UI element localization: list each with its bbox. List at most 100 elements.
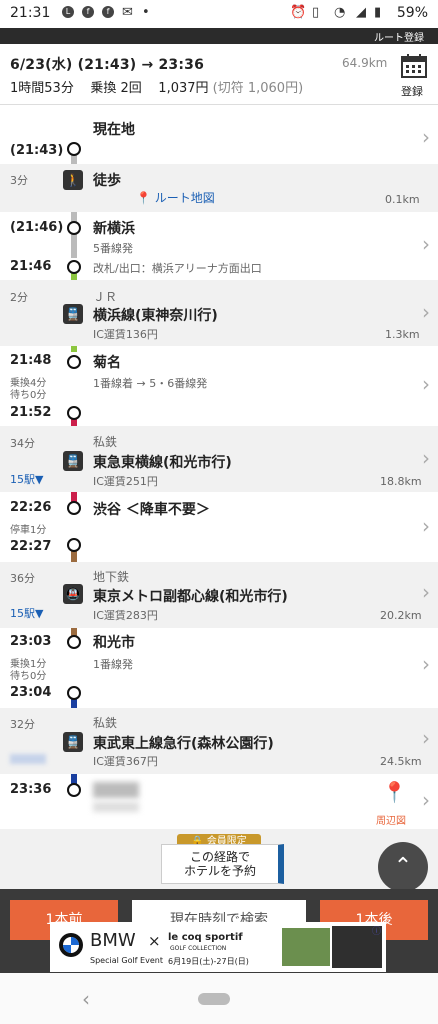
station-name: 新横浜 — [93, 221, 135, 237]
arrival-time: 23:36 — [10, 782, 52, 797]
station-dot — [67, 142, 81, 156]
chevron-right-icon: › — [422, 446, 430, 470]
walk-duration: 3分 — [10, 174, 28, 187]
station-dot — [67, 501, 81, 515]
station-row-shibuya[interactable]: 22:26 渋谷 ＜降車不要＞ 停車1分 22:27 › — [0, 492, 438, 562]
clock: 21:31 — [10, 5, 51, 21]
subway-icon: 🚇 — [63, 584, 83, 604]
start-name: 現在地 — [93, 122, 135, 138]
walk-mode: 徒歩 — [93, 173, 121, 189]
station-name: 菊名 — [93, 355, 121, 371]
station-dot — [67, 783, 81, 797]
route-register-link[interactable]: ルート登録 — [374, 29, 424, 44]
start-point-row[interactable]: 現在地 (21:43) › — [0, 108, 438, 164]
arrival-time: 23:03 — [10, 634, 52, 649]
save-route-label[interactable]: 登録 — [401, 83, 423, 99]
ad-golf-image — [282, 928, 330, 966]
hotel-line1: この経路で — [189, 850, 250, 864]
chevron-right-icon: › — [422, 300, 430, 324]
departure-time: 21:52 — [10, 405, 52, 420]
station-name: 渋谷 ＜降車不要＞ — [93, 502, 210, 518]
chevron-right-icon: › — [422, 652, 430, 676]
segment-line: 東武東上線急行(森林公園行) — [93, 736, 274, 752]
blurred-destination-sub — [93, 802, 139, 812]
status-bar: 21:31 L f f ✉ • ⏰ ▯ ◔ ◢ ▮ 59% — [0, 0, 438, 28]
hotel-line2: ホテルを予約 — [183, 864, 256, 878]
arrival-time: (21:46) — [10, 220, 64, 235]
stop-time: 停車1分 — [10, 525, 47, 536]
scroll-top-button[interactable]: ⌃ — [378, 842, 428, 892]
ad-info-icon[interactable]: ⓘ — [372, 924, 381, 937]
hotel-booking-button[interactable]: この経路で ホテルを予約 — [161, 844, 284, 884]
station-dot — [67, 406, 81, 420]
segment-row-tokyu[interactable]: 34分 私鉄 🚆 東急東横線(和光市行) 15駅▼ IC運賃251円 18.8k… — [0, 426, 438, 492]
chevron-right-icon: › — [422, 788, 430, 812]
segment-company: 私鉄 — [93, 435, 118, 449]
arrival-time: 21:48 — [10, 353, 52, 368]
walk-segment-row: 3分 🚶 徒歩 📍 ルート地図 0.1km — [0, 164, 438, 212]
segment-duration: 36分 — [10, 572, 35, 585]
map-pin-icon[interactable]: 📍 — [382, 780, 407, 804]
chevron-right-icon: › — [422, 232, 430, 256]
departure-time: 22:27 — [10, 539, 52, 554]
station-dot — [67, 260, 81, 274]
station-row-wakoshi[interactable]: 23:03 和光市 乗換1分 待ち0分 1番線発 23:04 › — [0, 628, 438, 708]
segment-distance: 1.3km — [385, 328, 420, 341]
station-dot — [67, 538, 81, 552]
wifi-icon: ◔ — [334, 5, 346, 20]
system-nav-bar: ‹ — [0, 973, 438, 1024]
segment-company: ＪＲ — [93, 290, 118, 304]
wait-time: 待ち0分 — [10, 671, 47, 682]
platform-info: 5番線発 — [93, 242, 133, 255]
route-map-label: ルート地図 — [154, 191, 215, 205]
station-row-kikuna[interactable]: 21:48 菊名 乗換4分 待ち0分 1番線着 → 5・6番線発 21:52 › — [0, 346, 438, 426]
ad-cross: × — [148, 932, 161, 950]
segment-company: 地下鉄 — [93, 570, 130, 584]
segment-line: 東急東横線(和光市行) — [93, 455, 232, 471]
register-bar: ルート登録 — [0, 28, 438, 44]
segment-distance: 18.8km — [380, 475, 422, 488]
segment-row-jr[interactable]: 2分 ＪＲ 🚆 横浜線(東神奈川行) IC運賃136円 1.3km › — [0, 280, 438, 346]
ad-subtitle: Special Golf Event — [90, 956, 163, 965]
segment-fare: IC運賃283円 — [93, 609, 158, 622]
ad-brand: BMW — [90, 930, 136, 951]
facebook-icon: f — [82, 6, 94, 18]
station-name: 和光市 — [93, 635, 135, 651]
segment-duration: 32分 — [10, 718, 35, 731]
departure-time: 21:46 — [10, 259, 52, 274]
route-map-link[interactable]: 📍 ルート地図 — [136, 189, 215, 206]
segment-distance: 24.5km — [380, 755, 422, 768]
departure-time: 23:04 — [10, 685, 52, 700]
segment-row-metro[interactable]: 36分 地下鉄 🚇 東京メトロ副都心線(和光市行) 15駅▼ IC運賃283円 … — [0, 562, 438, 628]
chevron-right-icon: › — [422, 125, 430, 149]
advertisement-banner[interactable]: BMW × le coq sportif GOLF COLLECTION Spe… — [50, 922, 386, 972]
area-map-label[interactable]: 周辺図 — [376, 812, 406, 827]
back-icon[interactable]: ‹ — [82, 987, 90, 1011]
segment-fare: IC運賃136円 — [93, 328, 158, 341]
segment-duration: 34分 — [10, 437, 35, 450]
ad-collection: GOLF COLLECTION — [170, 945, 227, 952]
stops-toggle[interactable]: 15駅▼ — [10, 471, 43, 487]
train-icon: 🚆 — [63, 304, 83, 324]
segment-fare: IC運賃367円 — [93, 755, 158, 768]
destination-row[interactable]: 23:36 📍 周辺図 › — [0, 774, 438, 829]
station-dot — [67, 221, 81, 235]
home-pill-icon[interactable] — [198, 993, 230, 1005]
segment-distance: 20.2km — [380, 609, 422, 622]
chevron-right-icon: › — [422, 372, 430, 396]
exit-info: 改札/出口：横浜アリーナ方面出口 — [93, 262, 262, 275]
calendar-icon[interactable] — [401, 54, 427, 78]
segment-fare: IC運賃251円 — [93, 475, 158, 488]
chevron-right-icon: › — [422, 514, 430, 538]
segment-row-tobu[interactable]: 32分 私鉄 🚆 東武東上線急行(森林公園行) IC運賃367円 24.5km … — [0, 708, 438, 774]
battery-level: 59% — [396, 5, 428, 21]
battery-icon: ▮ — [374, 5, 382, 20]
facebook-icon: f — [102, 6, 114, 18]
chevron-right-icon: › — [422, 726, 430, 750]
platform-info: 1番線発 — [93, 658, 133, 671]
stops-toggle[interactable]: 15駅▼ — [10, 605, 43, 621]
ad-dates: 6月19日(土)-27日(日) — [168, 957, 249, 966]
summary-distance: 64.9km — [342, 56, 388, 70]
station-row-shin-yokohama[interactable]: (21:46) 新横浜 5番線発 21:46 改札/出口：横浜アリーナ方面出口 … — [0, 212, 438, 280]
start-time: (21:43) — [10, 143, 64, 158]
